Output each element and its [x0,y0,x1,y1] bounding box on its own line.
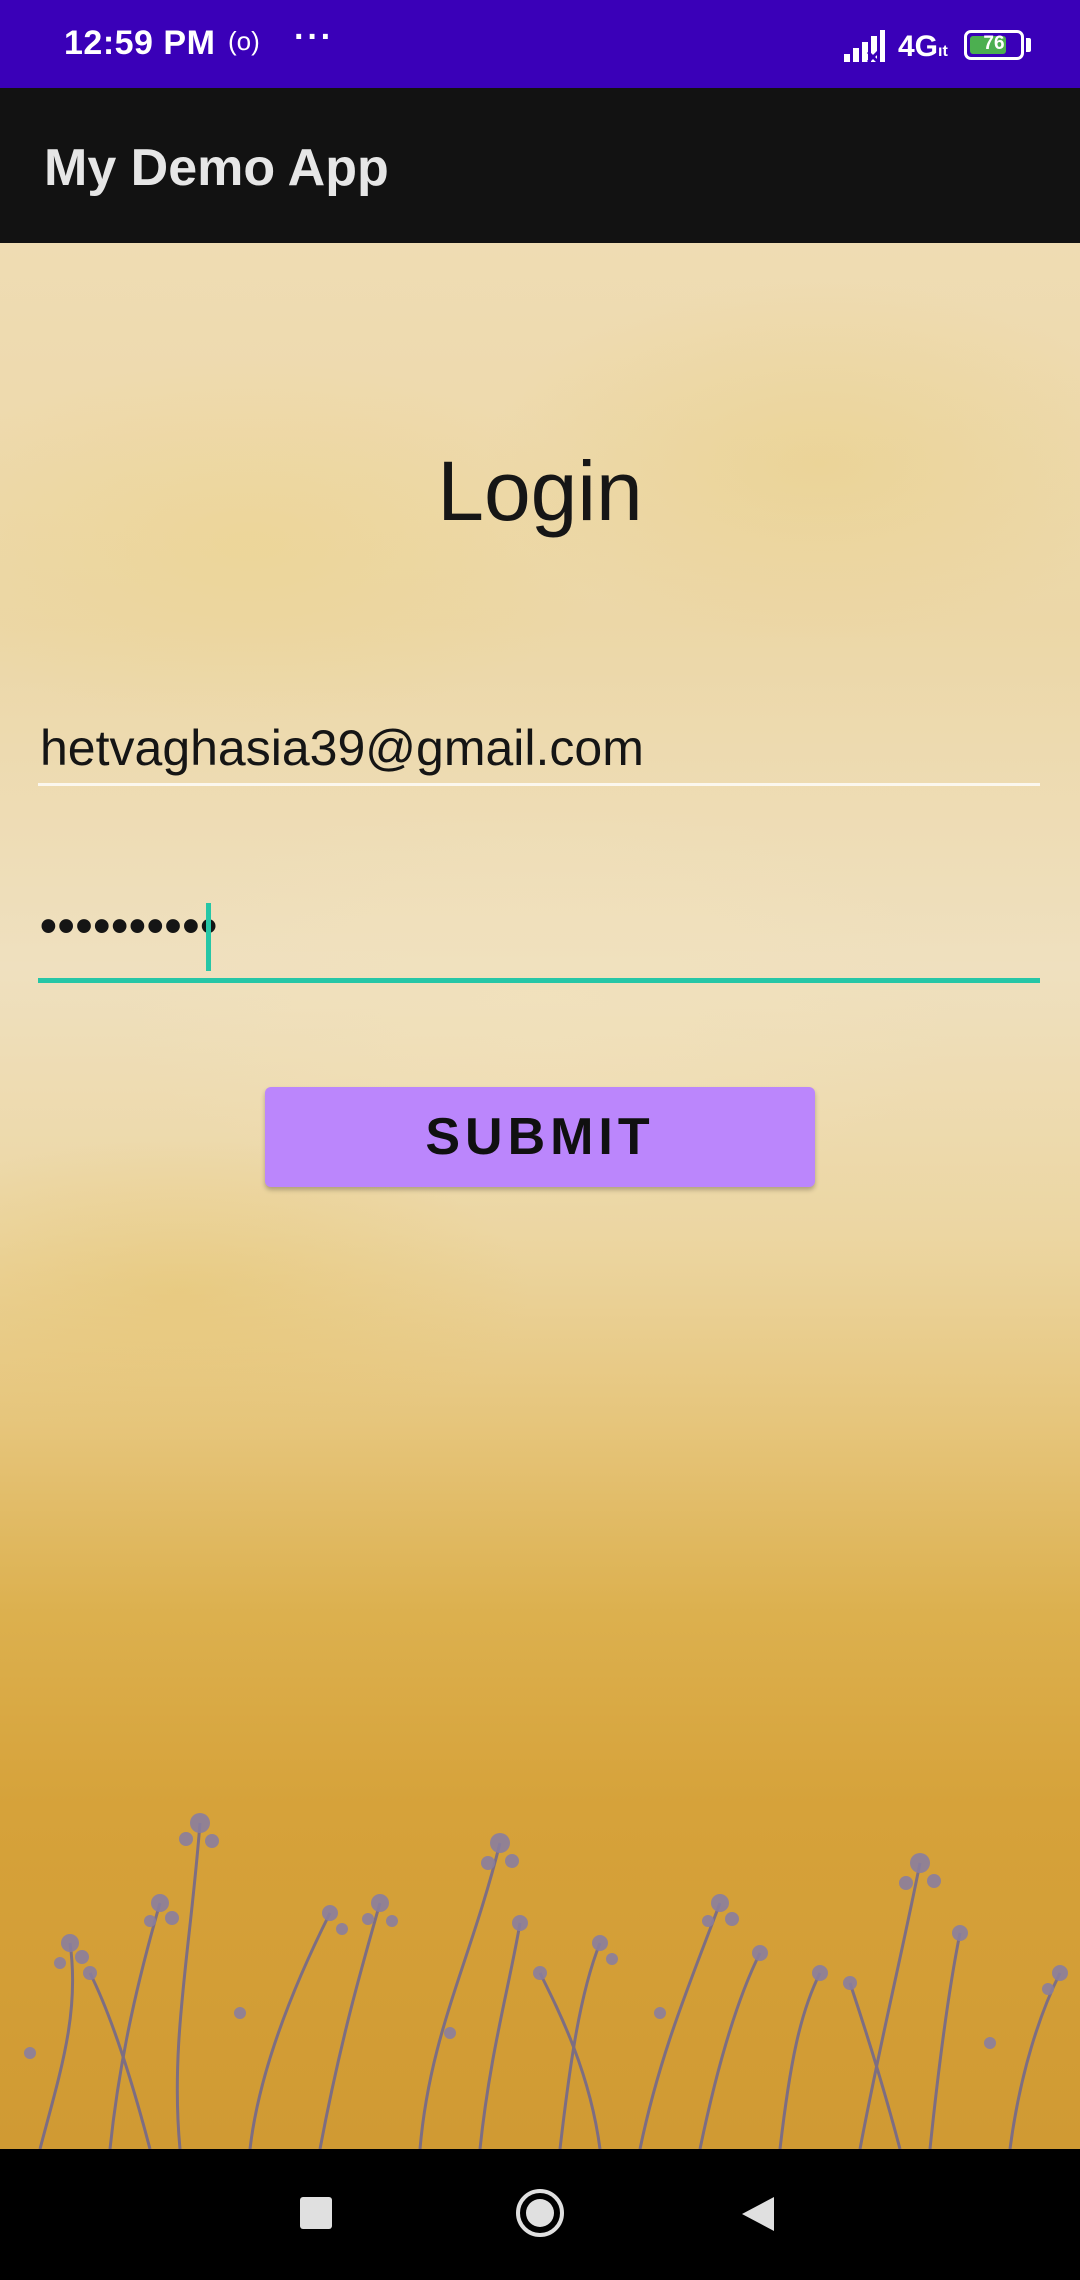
recent-apps-icon[interactable] [300,2197,332,2229]
app-bar: My Demo App [0,88,1080,243]
status-time: 12:59 PM [64,24,216,62]
back-icon[interactable] [742,2197,774,2231]
password-field[interactable]: •••••••••• [38,900,1040,983]
home-icon[interactable] [516,2189,564,2237]
app-title: My Demo App [44,139,389,197]
dried-flowers-image [24,1813,1068,2149]
status-bar: 12:59 PM (o) ··· 4Gıt 76 [0,0,1080,88]
battery-tip [1026,38,1031,52]
login-screen: Login hetvaghasia39@gmail.com ••••••••••… [0,243,1080,2149]
signal-icon [844,30,885,64]
submit-button[interactable]: SUBMIT [265,1087,815,1187]
password-underline [38,978,1040,983]
network-type: 4Gıt [898,30,948,64]
navigation-bar [0,2149,1080,2280]
network-activity-icon: ıt [938,43,948,60]
network-label: 4G [898,30,939,63]
hotspot-icon: (o) [228,26,260,56]
battery-level: 76 [983,33,1005,54]
login-title: Login [437,444,643,538]
text-cursor [206,903,211,971]
email-underline [38,783,1040,786]
screen: 12:59 PM (o) ··· 4Gıt 76 My Demo App Log… [0,0,1080,2280]
email-value: hetvaghasia39@gmail.com [40,720,644,776]
home-icon-inner [526,2199,554,2227]
more-dots-icon: ··· [294,18,334,56]
password-value: •••••••••• [40,900,219,953]
